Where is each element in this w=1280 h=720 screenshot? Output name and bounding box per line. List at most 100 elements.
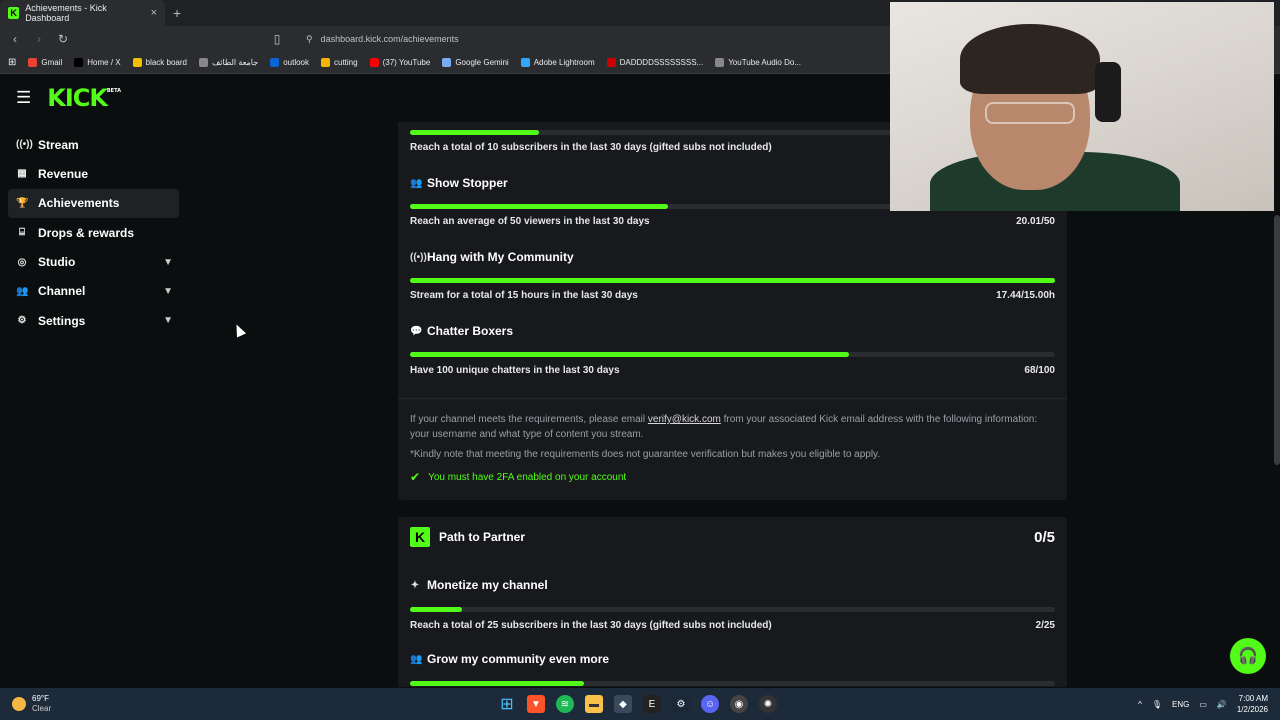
chevron-down-icon[interactable]: ▼ bbox=[163, 286, 173, 297]
requirement-value: 17.44/15.00h bbox=[996, 290, 1055, 301]
sparkle-icon: ✦ bbox=[410, 579, 420, 591]
sidebar-item-settings[interactable]: ⚙ Settings ▼ bbox=[8, 306, 179, 335]
requirement-value: 2/25 bbox=[1035, 620, 1055, 631]
bookmark-label: cutting bbox=[334, 58, 358, 67]
brave-browser-icon[interactable]: ▼ bbox=[527, 695, 545, 713]
bookmark-item[interactable]: (37) YouTube bbox=[369, 58, 430, 67]
disclaimer-text: *Kindly note that meeting the requiremen… bbox=[410, 449, 881, 460]
progress-bar bbox=[410, 352, 1055, 357]
achievement-title-text: Grow my community even more bbox=[427, 652, 610, 666]
steam-icon[interactable]: ⚙ bbox=[672, 695, 690, 713]
chevron-down-icon[interactable]: ▼ bbox=[163, 257, 173, 268]
bookmark-item[interactable]: YouTube Audio Do... bbox=[715, 58, 801, 67]
bookmark-favicon-icon bbox=[606, 58, 616, 67]
menu-icon[interactable]: ☰ bbox=[16, 88, 31, 108]
kick-logo[interactable]: KICK BETA bbox=[47, 84, 121, 112]
sidebar-item-stream[interactable]: ((•)) Stream bbox=[8, 130, 179, 159]
chevron-down-icon[interactable]: ▼ bbox=[163, 315, 173, 326]
verification-note: If your channel meets the requirements, … bbox=[410, 412, 1050, 442]
bookmark-favicon-icon bbox=[520, 58, 530, 67]
bookmark-icon[interactable]: ▯ bbox=[270, 32, 284, 46]
trophy-icon: 🏆 bbox=[16, 197, 29, 209]
network-icon[interactable]: ▭ bbox=[1199, 700, 1207, 709]
bookmark-item[interactable]: black board bbox=[132, 58, 187, 67]
support-chat-button[interactable]: 🎧 bbox=[1230, 638, 1266, 674]
bookmark-favicon-icon bbox=[715, 58, 725, 67]
progress-fill bbox=[410, 130, 539, 135]
bookmark-item[interactable]: Home / X bbox=[74, 58, 121, 67]
kick-logo-icon: K bbox=[410, 527, 430, 547]
bookmark-item[interactable]: Adobe Lightroom bbox=[520, 58, 595, 67]
achievement-title: 💬 Chatter Boxers bbox=[410, 324, 513, 338]
requirement-value: 68/100 bbox=[1024, 365, 1055, 376]
partner-panel: K Path to Partner 0/5 ✦ Monetize my chann… bbox=[398, 517, 1067, 687]
browser-tab[interactable]: K Achievements - Kick Dashboard × bbox=[0, 0, 165, 26]
bookmark-item[interactable]: DADDDDSSSSSSSS... bbox=[606, 58, 703, 67]
epic-games-icon[interactable]: E bbox=[643, 695, 661, 713]
achievement-title: 👥 Show Stopper bbox=[410, 176, 508, 190]
tray-chevron-icon[interactable]: ^ bbox=[1138, 700, 1142, 709]
sidebar-item-label: Stream bbox=[38, 137, 79, 152]
mouse-cursor bbox=[231, 322, 247, 338]
progress-fill bbox=[410, 204, 668, 209]
apps-icon[interactable]: ⊞ bbox=[8, 57, 16, 68]
achievement-title-text: Monetize my channel bbox=[427, 578, 548, 592]
language-indicator[interactable]: ENG bbox=[1172, 700, 1189, 709]
bookmark-item[interactable]: Google Gemini bbox=[442, 58, 509, 67]
webcam-person-glasses bbox=[985, 102, 1075, 124]
new-tab-button[interactable]: + bbox=[173, 5, 181, 21]
partner-title: Path to Partner bbox=[439, 530, 526, 544]
address-bar[interactable]: ⚲ dashboard.kick.com/achievements bbox=[306, 34, 459, 45]
sidebar-item-label: Settings bbox=[38, 313, 86, 328]
app-icon[interactable]: ◆ bbox=[614, 695, 632, 713]
site-info-icon[interactable]: ⚲ bbox=[306, 34, 313, 45]
twofa-status: ✔ You must have 2FA enabled on your accou… bbox=[410, 470, 626, 484]
divider bbox=[398, 398, 1067, 399]
back-icon[interactable]: ‹ bbox=[8, 32, 22, 46]
bookmark-item[interactable]: Gmail bbox=[28, 58, 62, 67]
windows-start-icon[interactable]: ⊞ bbox=[498, 695, 516, 713]
obs-icon[interactable]: ◉ bbox=[730, 695, 748, 713]
beta-badge: BETA bbox=[106, 88, 121, 94]
sidebar-item-revenue[interactable]: ▦ Revenue bbox=[8, 159, 179, 188]
forward-icon[interactable]: › bbox=[32, 32, 46, 46]
bookmark-item[interactable]: outlook bbox=[270, 58, 309, 67]
requirement-text: Reach an average of 50 viewers in the la… bbox=[410, 216, 650, 227]
volume-icon[interactable]: 🔊 bbox=[1217, 700, 1227, 709]
bookmark-item[interactable]: جامعة الطائف bbox=[198, 58, 259, 67]
weather-widget[interactable]: 69°F Clear bbox=[12, 694, 51, 714]
microphone-icon[interactable]: 🎙 bbox=[1152, 700, 1162, 709]
progress-fill bbox=[410, 607, 462, 612]
sidebar-item-drops-rewards[interactable]: ⌸ Drops & rewards bbox=[8, 218, 179, 247]
clock[interactable]: 7:00 AM 1/2/2026 bbox=[1237, 693, 1268, 715]
bookmark-label: Google Gemini bbox=[455, 58, 509, 67]
bookmark-favicon-icon bbox=[270, 58, 280, 67]
progress-bar bbox=[410, 681, 1055, 686]
taskbar-apps: ⊞ ▼ ≋ ▬ ◆ E ⚙ ☺ ◉ ✺ bbox=[498, 688, 777, 720]
verify-email-link[interactable]: verify@kick.com bbox=[648, 414, 721, 425]
url-text: dashboard.kick.com/achievements bbox=[320, 34, 459, 44]
sidebar-item-achievements[interactable]: 🏆 Achievements bbox=[8, 188, 179, 218]
reload-icon[interactable]: ↻ bbox=[56, 32, 70, 46]
webcam-person-hair bbox=[960, 24, 1100, 94]
file-explorer-icon[interactable]: ▬ bbox=[585, 695, 603, 713]
bookmark-item[interactable]: cutting bbox=[321, 58, 358, 67]
partner-count: 0/5 bbox=[1034, 528, 1055, 546]
sidebar-item-studio[interactable]: ◎ Studio ▼ bbox=[8, 248, 179, 277]
achievement-title-text: Chatter Boxers bbox=[427, 324, 514, 338]
sidebar-item-channel[interactable]: 👥 Channel ▼ bbox=[8, 277, 179, 306]
sidebar-item-label: Achievements bbox=[38, 196, 120, 211]
settings-icon: ⚙ bbox=[17, 315, 27, 327]
davinci-icon[interactable]: ✺ bbox=[759, 695, 777, 713]
bookmark-label: جامعة الطائف bbox=[211, 58, 259, 67]
gift-icon: ⌸ bbox=[19, 227, 25, 239]
page-scrollbar[interactable] bbox=[1274, 215, 1280, 465]
sidebar-item-label: Studio bbox=[38, 255, 76, 270]
tab-close-icon[interactable]: × bbox=[151, 7, 157, 19]
tab-title: Achievements - Kick Dashboard bbox=[25, 3, 107, 23]
bookmark-favicon-icon bbox=[74, 58, 84, 67]
progress-bar bbox=[410, 278, 1055, 283]
discord-icon[interactable]: ☺ bbox=[701, 695, 719, 713]
spotify-icon[interactable]: ≋ bbox=[556, 695, 574, 713]
check-icon: ✔ bbox=[410, 470, 421, 484]
